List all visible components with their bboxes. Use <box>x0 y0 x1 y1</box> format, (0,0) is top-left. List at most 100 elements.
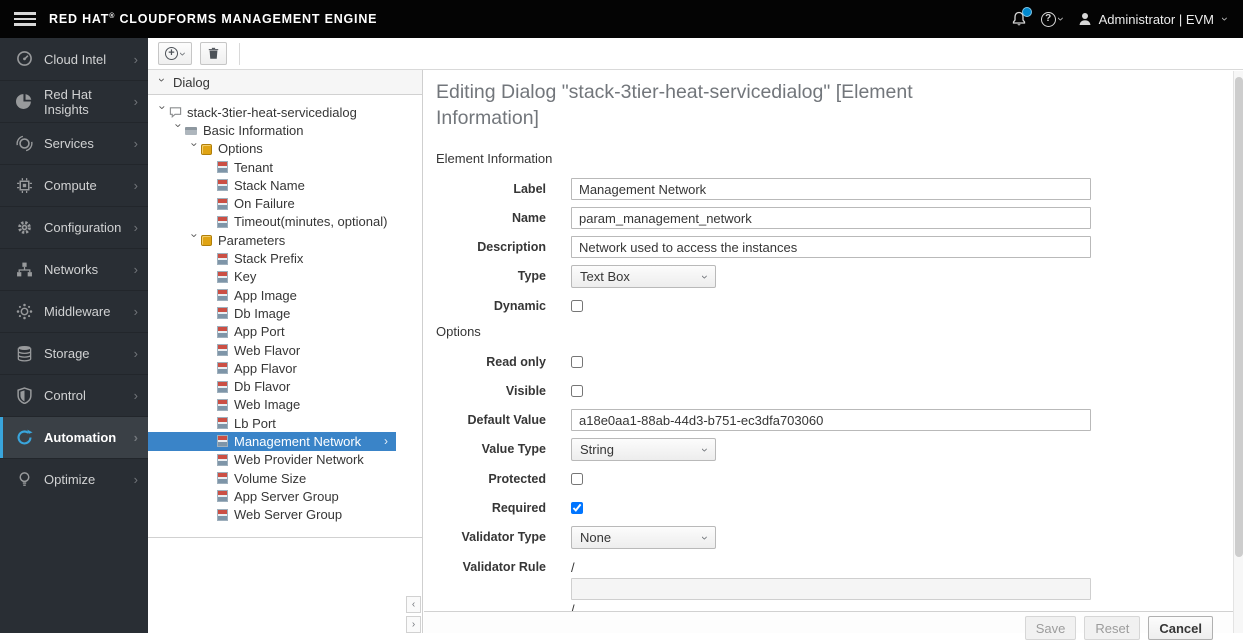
chevron-right-icon: › <box>134 178 138 193</box>
tree-item-stack-3tier-heat-servicedialog[interactable]: ›stack-3tier-heat-servicedialog <box>148 103 422 121</box>
sidebar-item-red-hat-insights[interactable]: Red Hat Insights› <box>0 80 148 122</box>
explorer-toolbar: + › <box>148 38 1243 70</box>
cancel-button[interactable]: Cancel <box>1148 616 1213 640</box>
field-label: Label <box>436 178 546 196</box>
tree-item-label: App Image <box>234 288 297 303</box>
tree-item-db-image[interactable]: Db Image <box>148 304 422 322</box>
tree-item-timeout-minutes-optional-[interactable]: Timeout(minutes, optional) <box>148 213 422 231</box>
element-icon <box>217 161 228 173</box>
chevron-down-icon: › <box>700 536 710 540</box>
field-label: Value Type <box>436 438 546 456</box>
sidebar-item-middleware[interactable]: Middleware› <box>0 290 148 332</box>
element-icon <box>217 490 228 502</box>
sidebar-item-services[interactable]: Services› <box>0 122 148 164</box>
tree-item-db-flavor[interactable]: Db Flavor <box>148 377 422 395</box>
tree-item-app-server-group[interactable]: App Server Group <box>148 487 422 505</box>
sidebar-item-networks[interactable]: Networks› <box>0 248 148 290</box>
tree-item-basic-information[interactable]: › Basic Information <box>148 121 422 139</box>
tree-item-app-port[interactable]: App Port <box>148 323 422 341</box>
read-only-checkbox[interactable] <box>571 356 583 368</box>
tree-item-web-server-group[interactable]: Web Server Group <box>148 506 422 524</box>
tree-item-label: App Flavor <box>234 361 297 376</box>
sidebar-item-label: Red Hat Insights <box>44 87 134 117</box>
sidebar-item-label: Middleware <box>44 304 110 319</box>
sidebar-item-label: Networks <box>44 262 98 277</box>
tree-item-app-flavor[interactable]: App Flavor <box>148 359 422 377</box>
sidebar-item-label: Control <box>44 388 86 403</box>
sidebar-item-control[interactable]: Control › <box>0 374 148 416</box>
chevron-down-icon: › <box>157 78 167 86</box>
chevron-down-icon[interactable]: › <box>190 142 200 155</box>
element-icon <box>217 344 228 356</box>
chevron-right-icon: › <box>134 52 138 67</box>
tree-item-stack-name[interactable]: Stack Name <box>148 176 422 194</box>
chevron-down-icon: › <box>700 275 710 279</box>
required-checkbox[interactable] <box>571 502 583 514</box>
user-menu-button[interactable]: Administrator | EVM › <box>1077 11 1227 27</box>
label-input[interactable] <box>571 178 1091 200</box>
tree-item-on-failure[interactable]: On Failure <box>148 194 422 212</box>
group-icon <box>201 144 212 155</box>
chevron-down-icon[interactable]: › <box>190 234 200 247</box>
sidebar-item-configuration[interactable]: Configuration› <box>0 206 148 248</box>
chevron-down-icon[interactable]: › <box>174 124 184 137</box>
tree-item-web-flavor[interactable]: Web Flavor <box>148 341 422 359</box>
tree-item-management-network[interactable]: Management Network› <box>148 432 396 450</box>
description-input[interactable] <box>571 236 1091 258</box>
dynamic-checkbox[interactable] <box>571 300 583 312</box>
collapse-panel-button[interactable]: ‹ <box>406 596 421 613</box>
tree-item-web-image[interactable]: Web Image <box>148 396 422 414</box>
select-value: String <box>580 442 614 457</box>
add-dropdown-button[interactable]: + › <box>158 42 192 65</box>
tree-item-tenant[interactable]: Tenant <box>148 158 422 176</box>
type-select[interactable]: Text Box› <box>571 265 716 288</box>
protected-checkbox[interactable] <box>571 473 583 485</box>
hamburger-menu-icon[interactable] <box>14 12 36 26</box>
shield-icon <box>16 387 34 405</box>
sidebar-item-label: Cloud Intel <box>44 52 106 67</box>
name-input[interactable] <box>571 207 1091 229</box>
sidebar-item-compute[interactable]: Compute› <box>0 164 148 206</box>
explorer-panel: › Dialog ›stack-3tier-heat-servicedialog… <box>148 70 423 633</box>
value-type-select[interactable]: String› <box>571 438 716 461</box>
tree-item-options[interactable]: ›Options <box>148 140 422 158</box>
chevron-down-icon[interactable]: › <box>158 106 168 119</box>
tree-item-volume-size[interactable]: Volume Size <box>148 469 422 487</box>
scrollbar-thumb[interactable] <box>1235 77 1243 557</box>
element-icon <box>217 307 228 319</box>
sidebar-item-label: Configuration <box>44 220 121 235</box>
visible-checkbox[interactable] <box>571 385 583 397</box>
sidebar-item-optimize[interactable]: Optimize› <box>0 458 148 500</box>
element-icon <box>217 271 228 283</box>
sidebar-item-automation[interactable]: Automation› <box>0 416 148 458</box>
validator-type-select[interactable]: None› <box>571 526 716 549</box>
tree-item-parameters[interactable]: ›Parameters <box>148 231 422 249</box>
reset-button[interactable]: Reset <box>1084 616 1140 640</box>
tree-item-lb-port[interactable]: Lb Port <box>148 414 422 432</box>
validator-rule-input[interactable] <box>571 578 1091 600</box>
tree-item-label: Basic Information <box>203 123 303 138</box>
tab-icon <box>185 127 197 135</box>
tree-item-web-provider-network[interactable]: Web Provider Network <box>148 451 422 469</box>
form-row-visible: Visible <box>436 380 1233 402</box>
pie-chart-icon <box>16 93 34 111</box>
form-row-protected: Protected <box>436 468 1233 490</box>
default-value-input[interactable] <box>571 409 1091 431</box>
tree-item-label: Web Server Group <box>234 507 342 522</box>
chevron-right-icon: › <box>134 388 138 403</box>
sidebar-item-cloud-intel[interactable]: Cloud Intel › <box>0 38 148 80</box>
element-icon <box>217 417 228 429</box>
accordion-header-dialog[interactable]: › Dialog <box>148 70 422 95</box>
sidebar-item-storage[interactable]: Storage› <box>0 332 148 374</box>
tree-item-label: Web Image <box>234 397 300 412</box>
save-button[interactable]: Save <box>1025 616 1077 640</box>
tree-item-key[interactable]: Key <box>148 268 422 286</box>
tree-item-stack-prefix[interactable]: Stack Prefix <box>148 249 422 267</box>
delete-button[interactable] <box>200 42 227 65</box>
notifications-bell-icon[interactable] <box>1011 11 1027 27</box>
field-label: Default Value <box>436 409 546 427</box>
help-menu-button[interactable]: ? › <box>1041 12 1063 27</box>
sidebar-item-label: Storage <box>44 346 90 361</box>
tree-item-app-image[interactable]: App Image <box>148 286 422 304</box>
expand-panel-button[interactable]: › <box>406 616 421 633</box>
